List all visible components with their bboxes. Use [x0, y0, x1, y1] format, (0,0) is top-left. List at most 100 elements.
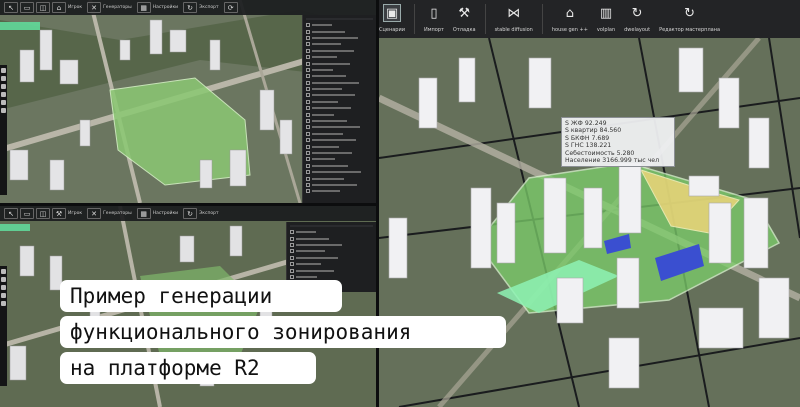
- panel-row-bar: [312, 75, 346, 78]
- toolbar-label[interactable]: Генераторы: [103, 2, 132, 13]
- checkbox[interactable]: [306, 42, 310, 47]
- tool-icon[interactable]: [1, 84, 6, 89]
- panel-row-bar: [312, 94, 355, 97]
- panel-header: [306, 18, 373, 20]
- panel-row-bar: [312, 126, 360, 129]
- toolbar-label[interactable]: Игрок: [68, 2, 82, 13]
- tool-icon[interactable]: [1, 277, 6, 282]
- file-icon[interactable]: ▭: [20, 208, 34, 219]
- toolbar-house-gen-button[interactable]: ⌂ house gen ++: [552, 4, 588, 34]
- checkbox[interactable]: [306, 119, 310, 124]
- panel-row-bar: [296, 250, 325, 253]
- panel-row-bar: [312, 177, 344, 180]
- checkbox[interactable]: [290, 255, 294, 260]
- toolbar-debug-button[interactable]: ⚒ Отладка: [453, 4, 476, 34]
- checkbox[interactable]: [290, 236, 294, 241]
- checkbox[interactable]: [306, 48, 310, 53]
- checkbox[interactable]: [290, 268, 294, 273]
- checkbox[interactable]: [306, 55, 310, 60]
- recycle-icon[interactable]: ↻: [183, 208, 198, 219]
- panel-row-bar: [312, 107, 351, 110]
- grid-icon[interactable]: ▦: [136, 2, 151, 13]
- panel-row-bar: [296, 231, 316, 234]
- main-toolbar: ▣ Сценарии ▯ Импорт ⚒ Отладка ⋈ stable diffusio…: [379, 0, 800, 38]
- grid-icon[interactable]: ▦: [136, 208, 151, 219]
- checkbox[interactable]: [306, 176, 310, 181]
- checkbox[interactable]: [290, 274, 294, 279]
- network-icon[interactable]: ✕: [87, 208, 102, 219]
- checkbox[interactable]: [306, 23, 310, 28]
- checkbox[interactable]: [306, 189, 310, 194]
- toolbar-label[interactable]: Игрок: [68, 208, 82, 219]
- toolbar-label[interactable]: Экспорт: [199, 208, 219, 219]
- checkbox[interactable]: [306, 99, 310, 104]
- panel-row-bar: [296, 256, 338, 259]
- panel-row-bar: [312, 62, 350, 65]
- toolbar-label[interactable]: Настройки: [153, 2, 178, 13]
- checkbox[interactable]: [306, 170, 310, 175]
- checkbox[interactable]: [290, 262, 294, 267]
- checkbox[interactable]: [306, 151, 310, 155]
- checkbox[interactable]: [290, 249, 294, 254]
- checkbox[interactable]: [306, 125, 310, 130]
- checkbox[interactable]: [306, 157, 310, 162]
- tool-icon[interactable]: [1, 301, 6, 306]
- toolbar-label[interactable]: Экспорт: [199, 2, 219, 13]
- network-icon[interactable]: ✕: [87, 2, 102, 13]
- home-icon[interactable]: ⌂: [52, 2, 66, 13]
- checkbox[interactable]: [306, 112, 310, 117]
- checkbox[interactable]: [306, 131, 310, 136]
- checkbox[interactable]: [306, 29, 310, 34]
- caption-overlay: Пример генерации функционального зониров…: [60, 280, 506, 384]
- viewport-top-left[interactable]: ↖ ▭ ◫ ⌂ Игрок ✕ Генераторы ▦ Настройки ↻…: [0, 0, 376, 203]
- tool-icon[interactable]: [1, 100, 6, 105]
- file-icon[interactable]: ▭: [20, 2, 34, 13]
- recycle-icon: ↻: [684, 5, 695, 21]
- checkbox[interactable]: [306, 138, 310, 143]
- checkbox[interactable]: [306, 182, 310, 187]
- checkbox[interactable]: [306, 35, 310, 40]
- checkbox[interactable]: [290, 242, 294, 247]
- checkbox[interactable]: [306, 61, 310, 66]
- cursor-icon[interactable]: ↖: [4, 2, 18, 13]
- checkbox[interactable]: [306, 144, 310, 149]
- file-icon: ▯: [430, 5, 438, 21]
- cursor-icon[interactable]: ↖: [4, 208, 18, 219]
- checkbox[interactable]: [290, 230, 294, 235]
- checkbox[interactable]: [306, 74, 310, 79]
- checkbox[interactable]: [306, 87, 310, 92]
- toolbar-label[interactable]: Генераторы: [103, 208, 132, 219]
- toolbar-import-button[interactable]: ▯ Импорт: [424, 4, 444, 34]
- toolbar-scenarios-button[interactable]: ▣ Сценарии: [379, 4, 405, 33]
- checkbox[interactable]: [306, 106, 310, 111]
- toolbar-label: Сценарии: [379, 27, 405, 33]
- panel-row-bar: [312, 132, 343, 135]
- recycle-icon: ↻: [631, 5, 643, 21]
- checkbox[interactable]: [306, 93, 310, 98]
- checkbox[interactable]: [306, 67, 310, 72]
- tool-icon[interactable]: [1, 68, 6, 73]
- recycle-icon[interactable]: ↻: [183, 2, 198, 13]
- toolbar-volplan-button[interactable]: ▥ volplan: [597, 4, 615, 34]
- panel-row-bar: [312, 152, 352, 154]
- tool-icon[interactable]: [1, 285, 6, 290]
- toolbar-stable-diffusion-button[interactable]: ⋈ stable diffusion: [495, 4, 533, 34]
- tool-icon[interactable]: [1, 92, 6, 97]
- wrench-icon[interactable]: ⚒: [52, 208, 66, 219]
- tool-icon[interactable]: [1, 108, 6, 113]
- toolbar-label[interactable]: Настройки: [153, 208, 178, 219]
- tool-icon[interactable]: [1, 76, 6, 81]
- map-icon[interactable]: ◫: [36, 2, 50, 13]
- refresh-icon[interactable]: ⟳: [223, 2, 238, 13]
- tool-icon[interactable]: [1, 293, 6, 298]
- map-icon[interactable]: ◫: [36, 208, 50, 219]
- tool-icon[interactable]: [1, 269, 6, 274]
- checkbox[interactable]: [306, 163, 310, 168]
- panel-row[interactable]: [306, 188, 373, 194]
- panel-row-bar: [312, 158, 335, 161]
- toolbar-separator: [484, 4, 486, 34]
- toolbar-dwelayout-button[interactable]: ↻ dwelayout: [624, 4, 650, 34]
- checkbox[interactable]: [306, 80, 310, 85]
- toolbar-masterplan-editor-button[interactable]: ↻ Редактор мастерплана: [659, 4, 720, 34]
- panel-row-bar: [312, 30, 345, 33]
